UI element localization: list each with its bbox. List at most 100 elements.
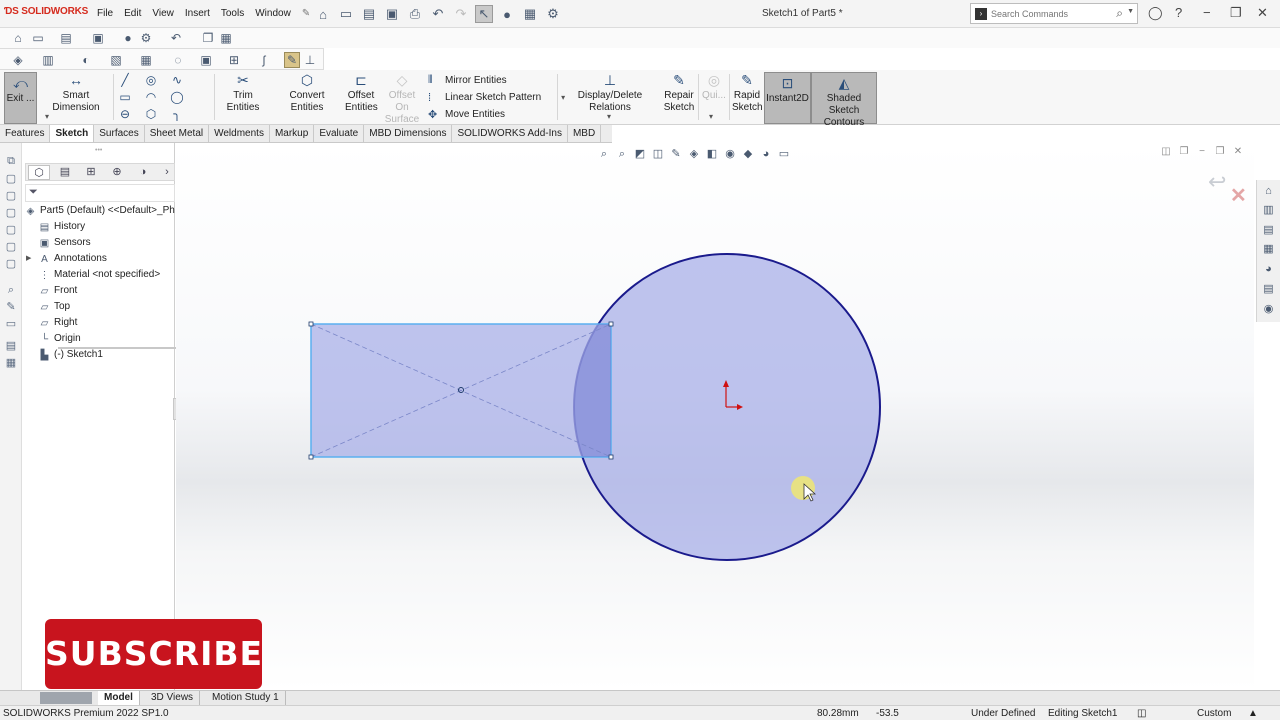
- tool-icon[interactable]: ▭: [4, 317, 18, 331]
- tree-item-annotations[interactable]: ▶ A Annotations: [22, 251, 175, 267]
- move-entities-button[interactable]: ✥ Move Entities: [428, 106, 565, 123]
- open-folder-icon[interactable]: ▤: [360, 5, 378, 23]
- sketch-canvas[interactable]: [176, 143, 1254, 690]
- select-pointer-icon[interactable]: ↖: [475, 5, 493, 23]
- repair-sketch-button[interactable]: ✎ Repair Sketch: [663, 72, 695, 114]
- user-icon[interactable]: ◯: [1148, 5, 1163, 21]
- tool-icon[interactable]: ⧉: [4, 154, 18, 168]
- menu-view[interactable]: View: [152, 8, 174, 19]
- dimxpert-tab-icon[interactable]: ⊕: [106, 165, 128, 180]
- new-document-icon[interactable]: ▭: [30, 30, 46, 46]
- tool-icon[interactable]: ▢: [4, 257, 18, 271]
- chevron-down-icon[interactable]: ▾: [607, 112, 611, 121]
- display-delete-relations-button[interactable]: ⊥ Display/Delete Relations: [560, 72, 660, 114]
- tree-item-origin[interactable]: └ Origin: [22, 331, 175, 347]
- tree-root-part[interactable]: ◈ Part5 (Default) <<Default>_Ph: [22, 203, 175, 219]
- sketch-highlight-icon[interactable]: ✎: [284, 52, 300, 68]
- custom-properties-icon[interactable]: ▤: [1261, 282, 1276, 297]
- convert-entities-button[interactable]: ⬡ Convert Entities: [272, 72, 342, 114]
- expand-arrow-icon[interactable]: ▶: [26, 251, 31, 267]
- grid-icon[interactable]: ▦: [138, 52, 154, 68]
- line-icon[interactable]: ╱: [118, 73, 132, 87]
- tab-features[interactable]: Features: [0, 125, 51, 142]
- tab-mbd[interactable]: MBD: [568, 125, 602, 142]
- instant2d-button[interactable]: ⊡ Instant2D: [764, 72, 811, 124]
- rollback-bar[interactable]: [58, 347, 194, 349]
- view-palette-icon[interactable]: ▦: [1261, 242, 1276, 257]
- undo-icon[interactable]: ↶: [168, 30, 184, 46]
- display-style-icon[interactable]: ▧: [108, 52, 124, 68]
- tree-item-sensors[interactable]: ▣ Sensors: [22, 235, 175, 251]
- trim-entities-button[interactable]: ✂ Trim Entities: [217, 72, 269, 114]
- tab-motion-study-1[interactable]: Motion Study 1: [206, 691, 286, 705]
- options-gear-icon[interactable]: ⚙: [544, 5, 562, 23]
- design-library-icon[interactable]: ▥: [1261, 203, 1276, 218]
- tree-filter[interactable]: ⏷: [25, 184, 175, 202]
- subscribe-button[interactable]: SUBSCRIBE: [45, 619, 262, 689]
- search-commands[interactable]: › ⌕ ▼: [970, 3, 1138, 24]
- chevron-right-icon[interactable]: ›: [156, 165, 178, 180]
- tool-icon[interactable]: ▤: [4, 339, 18, 353]
- tool-icon[interactable]: ▢: [4, 189, 18, 203]
- home-icon[interactable]: ⌂: [10, 30, 26, 46]
- tab-solidworks-add-ins[interactable]: SOLIDWORKS Add-Ins: [452, 125, 568, 142]
- menu-edit[interactable]: Edit: [124, 8, 141, 19]
- tree-item-right-plane[interactable]: ▱ Right: [22, 315, 175, 331]
- save-icon[interactable]: ▣: [90, 30, 106, 46]
- rectangle-corner-point[interactable]: [608, 321, 614, 327]
- new-document-icon[interactable]: ▭: [337, 5, 355, 23]
- tree-item-top-plane[interactable]: ▱ Top: [22, 299, 175, 315]
- rectangle-icon[interactable]: ▭: [118, 90, 132, 104]
- polygon-icon[interactable]: ⬡: [144, 107, 158, 121]
- circle-icon[interactable]: ◎: [144, 73, 158, 87]
- menu-insert[interactable]: Insert: [185, 8, 210, 19]
- tool-icon[interactable]: ✎: [4, 300, 18, 314]
- tree-item-material[interactable]: ⋮ Material <not specified>: [22, 267, 175, 283]
- rebuild-icon[interactable]: ▥: [40, 52, 56, 68]
- menu-tools[interactable]: Tools: [221, 8, 244, 19]
- menu-file[interactable]: File: [97, 8, 113, 19]
- arc-icon[interactable]: ◠: [144, 90, 158, 104]
- hide-show-icon[interactable]: ◌: [170, 52, 186, 68]
- tool-icon[interactable]: ▢: [4, 206, 18, 220]
- open-folder-icon[interactable]: ▤: [58, 30, 74, 46]
- redo-icon[interactable]: ↷: [452, 5, 470, 23]
- file-explorer-icon[interactable]: ▤: [1261, 223, 1276, 238]
- section-view-icon[interactable]: ◐: [78, 52, 94, 68]
- drag-handle[interactable]: •••: [95, 147, 102, 154]
- tool-icon[interactable]: ⌕: [4, 283, 18, 297]
- unit-system-selector[interactable]: Custom: [1197, 707, 1231, 720]
- exit-sketch-button[interactable]: ⤺ Exit ...: [4, 72, 37, 124]
- feature-manager-tab-icon[interactable]: ⬡: [28, 165, 50, 180]
- tab-evaluate[interactable]: Evaluate: [314, 125, 365, 142]
- gear-icon[interactable]: ⚙: [138, 30, 154, 46]
- tab-sheet-metal[interactable]: Sheet Metal: [145, 125, 210, 142]
- display-manager-tab-icon[interactable]: ◑: [132, 165, 154, 180]
- paste-icon[interactable]: ▦: [218, 30, 234, 46]
- close-icon[interactable]: ✕: [1257, 5, 1268, 21]
- tree-item-history[interactable]: ▤ History: [22, 219, 175, 235]
- tree-item-sketch1[interactable]: ▙ (-) Sketch1: [22, 347, 175, 363]
- appearances-icon[interactable]: ◕: [1261, 262, 1276, 277]
- traffic-light-icon[interactable]: ●: [120, 30, 136, 46]
- home-icon[interactable]: ⌂: [314, 5, 332, 23]
- tab-surfaces[interactable]: Surfaces: [94, 125, 145, 142]
- mirror-entities-button[interactable]: ⫴ Mirror Entities: [428, 72, 565, 89]
- undo-icon[interactable]: ↶: [429, 5, 447, 23]
- solidworks-logo[interactable]: ƊS SOLIDWORKS: [4, 6, 88, 17]
- rectangle-corner-point[interactable]: [608, 454, 614, 460]
- plane-view-icon[interactable]: ⊞: [226, 52, 242, 68]
- quick-snaps-button[interactable]: ◎ Qui...: [701, 72, 727, 102]
- rectangle-corner-point[interactable]: [308, 321, 314, 327]
- rectangle-corner-point[interactable]: [308, 454, 314, 460]
- file-properties-icon[interactable]: ▦: [521, 5, 539, 23]
- minimize-icon[interactable]: −: [1203, 5, 1211, 20]
- property-manager-tab-icon[interactable]: ▤: [54, 165, 76, 180]
- pin-icon[interactable]: ✎: [302, 8, 310, 19]
- tree-item-front-plane[interactable]: ▱ Front: [22, 283, 175, 299]
- slot-icon[interactable]: ⊖: [118, 107, 132, 121]
- tab-mbd-dimensions[interactable]: MBD Dimensions: [364, 125, 453, 142]
- rapid-sketch-button[interactable]: ✎ Rapid Sketch: [732, 72, 763, 114]
- tab-sketch[interactable]: Sketch: [50, 125, 95, 142]
- chevron-down-icon[interactable]: ▼: [1127, 8, 1134, 15]
